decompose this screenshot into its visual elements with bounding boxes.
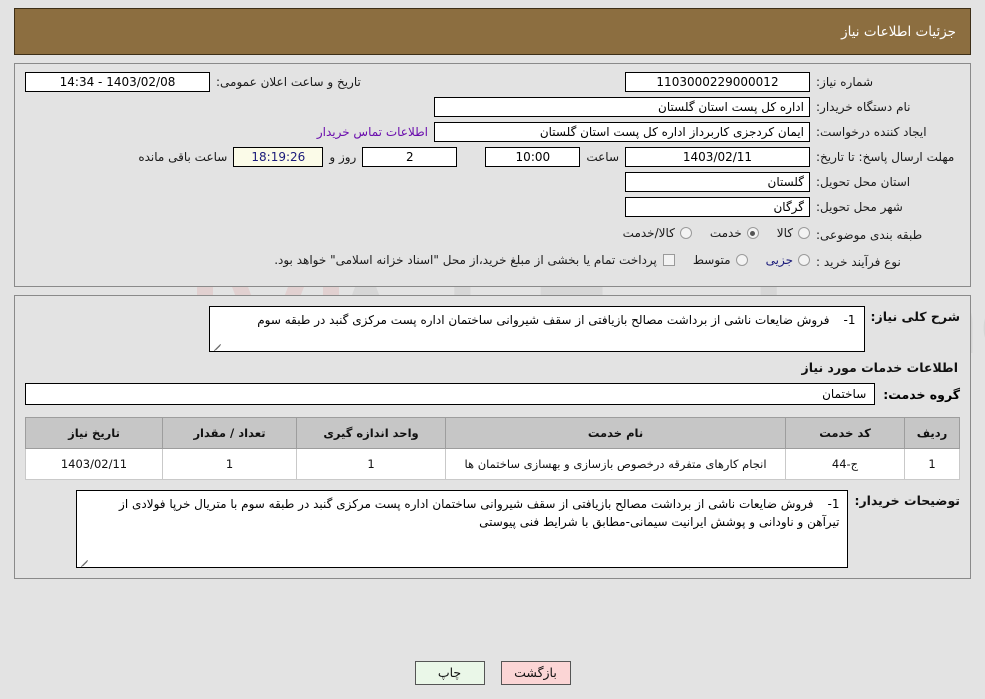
treasury-note-label: پرداخت تمام یا بخشی از مبلغ خرید،از محل … [274, 253, 657, 267]
row-city: شهر محل تحویل: گرگان [25, 197, 960, 218]
row-creator: ایجاد کننده درخواست: ایمان کردجزی کاربرد… [25, 122, 960, 143]
buyer-org-label: نام دستگاه خریدار: [816, 100, 911, 114]
buyer-notes-label: توضیحات خریدار: [854, 493, 960, 508]
creator-value: ایمان کردجزی کاربرداز اداره کل پست استان… [434, 122, 810, 142]
process-option-motevaset[interactable]: متوسط [693, 253, 748, 267]
service-group-label: گروه خدمت: [883, 386, 960, 402]
col-need-date: تاریخ نیاز [25, 417, 163, 449]
row-process-type: نوع فرآیند خرید : جزیی متوسط پرداخت تمام… [25, 249, 960, 271]
description-textarea[interactable]: 1- فروش ضایعات ناشی از برداشت مصالح بازیا… [208, 306, 865, 352]
radio-icon-khedmat[interactable] [746, 227, 759, 239]
action-button-bar: بازگشت چاپ [0, 661, 985, 685]
category-option-khedmat-label: خدمت [709, 226, 742, 240]
countdown-timer: 18:19:26 [233, 147, 324, 167]
deadline-hour-value: 10:00 [485, 147, 581, 167]
back-button[interactable]: بازگشت [500, 661, 571, 685]
cell-need-date: 1403/02/11 [25, 448, 163, 480]
buyer-contact-link[interactable]: اطلاعات تماس خریدار [311, 122, 434, 139]
resize-handle-icon[interactable] [80, 555, 90, 567]
countdown-label: ساعت باقی مانده [138, 150, 228, 164]
details-panel: شرح کلی نیاز: 1-فروش ضایعات ناشی از بردا… [14, 295, 971, 579]
radio-icon-motevaset[interactable] [735, 254, 748, 266]
category-label: طبقه بندی موضوعی: [816, 227, 923, 242]
checkbox-icon-treasury[interactable] [662, 254, 675, 266]
hour-label: ساعت [586, 150, 619, 164]
row-buyer-notes: توضیحات خریدار: 1-فروش ضایعات ناشی از بر… [25, 490, 960, 568]
province-label: استان محل تحویل: [816, 175, 911, 189]
treasury-checkbox-group[interactable]: پرداخت تمام یا بخشی از مبلغ خرید،از محل … [274, 253, 675, 267]
services-table: ردیف کد خدمت نام خدمت واحد اندازه گیری ت… [25, 417, 960, 480]
category-option-kala-label: کالا [776, 226, 793, 240]
city-label: شهر محل تحویل: [816, 200, 903, 214]
description-item-number: 1- [843, 313, 856, 327]
need-number-value: 1103000229000012 [625, 72, 810, 92]
buyer-notes-text: فروش ضایعات ناشی از برداشت مصالح بازیافت… [119, 497, 840, 529]
deadline-date-value: 1403/02/11 [625, 147, 810, 167]
cell-quantity: 1 [162, 448, 297, 480]
row-category: طبقه بندی موضوعی: کالا خدمت کالا/خدمت [25, 222, 960, 244]
cell-row-no: 1 [904, 448, 960, 480]
category-option-kala-khedmat-label: کالا/خدمت [622, 226, 675, 240]
buyer-notes-item-number: 1- [827, 497, 840, 511]
cell-service-name: انجام کارهای متفرقه درخصوص بازسازی و بهس… [445, 448, 786, 480]
row-general-description: شرح کلی نیاز: 1- فروش ضایعات ناشی از بردا… [25, 306, 960, 352]
services-section-heading: اطلاعات خدمات مورد نیاز [801, 360, 959, 375]
col-quantity: تعداد / مقدار [162, 417, 297, 449]
print-button[interactable]: چاپ [414, 661, 485, 685]
announce-value: 1403/02/08 - 14:34 [25, 72, 210, 92]
cell-unit: 1 [296, 448, 446, 480]
deadline-label: مهلت ارسال پاسخ: تا تاریخ: [816, 150, 955, 164]
col-service-code: کد خدمت [785, 417, 905, 449]
cell-service-code: ج-44 [785, 448, 905, 480]
buyer-notes-textarea[interactable]: 1-فروش ضایعات ناشی از برداشت مصالح بازیا… [76, 490, 849, 568]
resize-handle-icon[interactable] [213, 339, 223, 351]
page-header: جزئیات اطلاعات نیاز [14, 8, 971, 55]
process-option-motevaset-label: متوسط [692, 253, 731, 267]
page-title: جزئیات اطلاعات نیاز [841, 23, 956, 40]
need-number-label: شماره نیاز: [816, 75, 873, 89]
buyer-org-value: اداره کل پست استان گلستان [434, 97, 810, 117]
table-header-row: ردیف کد خدمت نام خدمت واحد اندازه گیری ت… [25, 417, 960, 449]
row-buyer-org: نام دستگاه خریدار: اداره کل پست استان گل… [25, 97, 960, 118]
days-label: روز و [329, 150, 357, 164]
remaining-days-value: 2 [362, 147, 458, 167]
service-group-value: ساختمان [25, 383, 876, 405]
radio-icon-jozei[interactable] [798, 254, 810, 266]
row-service-group: گروه خدمت: ساختمان [25, 383, 960, 405]
radio-icon-kala-khedmat[interactable] [679, 227, 692, 239]
row-need-number: شماره نیاز: 1103000229000012 تاریخ و ساع… [25, 72, 960, 93]
process-label: نوع فرآیند خرید : [816, 254, 901, 269]
province-value: گلستان [625, 172, 810, 192]
description-text: فروش ضایعات ناشی از برداشت مصالح بازیافت… [257, 313, 830, 327]
radio-icon-kala[interactable] [798, 227, 810, 239]
creator-label: ایجاد کننده درخواست: [816, 125, 927, 139]
process-option-jozei-label: جزیی [765, 253, 793, 267]
need-info-panel: شماره نیاز: 1103000229000012 تاریخ و ساع… [14, 63, 971, 287]
category-option-khedmat[interactable]: خدمت [710, 226, 759, 240]
description-label: شرح کلی نیاز: [870, 309, 960, 324]
col-unit: واحد اندازه گیری [296, 417, 446, 449]
city-value: گرگان [625, 197, 810, 217]
category-option-kala[interactable]: کالا [777, 226, 810, 240]
row-province: استان محل تحویل: گلستان [25, 172, 960, 193]
category-option-kala-khedmat[interactable]: کالا/خدمت [623, 226, 692, 240]
process-option-jozei[interactable]: جزیی [766, 253, 810, 267]
table-row: 1 ج-44 انجام کارهای متفرقه درخصوص بازساز… [25, 448, 960, 480]
announce-label: تاریخ و ساعت اعلان عمومی: [216, 75, 361, 89]
col-service-name: نام خدمت [445, 417, 786, 449]
row-deadline: مهلت ارسال پاسخ: تا تاریخ: 1403/02/11 سا… [25, 147, 960, 168]
col-row-no: ردیف [904, 417, 960, 449]
